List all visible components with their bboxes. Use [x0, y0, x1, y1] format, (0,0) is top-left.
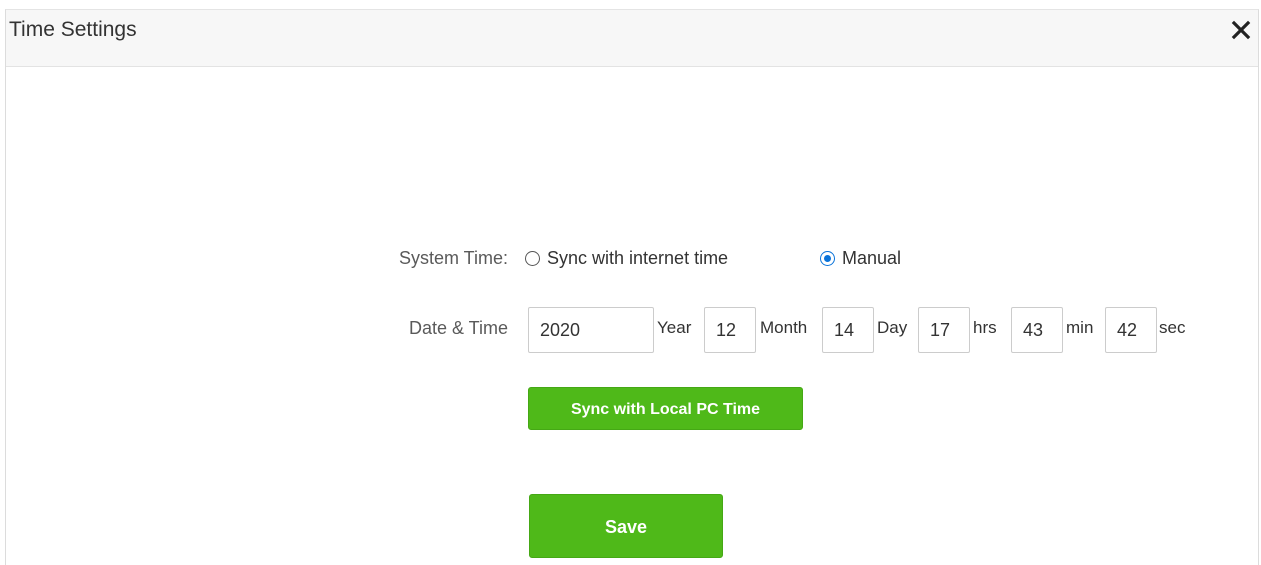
- sync-local-pc-time-button[interactable]: Sync with Local PC Time: [528, 387, 803, 430]
- seconds-unit-label: sec: [1159, 318, 1186, 337]
- radio-checked-icon: [820, 251, 835, 266]
- date-time-label: Date & Time: [408, 318, 508, 338]
- radio-manual-label: Manual: [842, 248, 902, 268]
- dialog-title: Time Settings: [9, 18, 137, 41]
- hours-input[interactable]: 17: [918, 307, 970, 353]
- minutes-unit-label: min: [1066, 318, 1094, 337]
- hours-unit-label: hrs: [973, 318, 997, 337]
- year-unit-label: Year: [657, 318, 692, 337]
- month-input[interactable]: 12: [704, 307, 756, 353]
- radio-sync-label: Sync with internet time: [547, 248, 729, 268]
- radio-sync-internet-time[interactable]: Sync with internet time: [525, 248, 728, 269]
- radio-manual[interactable]: Manual: [820, 248, 901, 269]
- dialog-header: Time Settings: [6, 10, 1258, 67]
- day-unit-label: Day: [877, 318, 908, 337]
- time-settings-dialog: Time Settings: [5, 9, 1259, 565]
- day-input[interactable]: 14: [822, 307, 874, 353]
- radio-unchecked-icon: [525, 251, 540, 266]
- save-button[interactable]: Save: [529, 494, 723, 558]
- year-input[interactable]: 2020: [528, 307, 654, 353]
- minutes-input[interactable]: 43: [1011, 307, 1063, 353]
- system-time-label: System Time:: [398, 248, 508, 268]
- seconds-input[interactable]: 42: [1105, 307, 1157, 353]
- close-icon[interactable]: [1230, 19, 1252, 41]
- month-unit-label: Month: [760, 318, 808, 337]
